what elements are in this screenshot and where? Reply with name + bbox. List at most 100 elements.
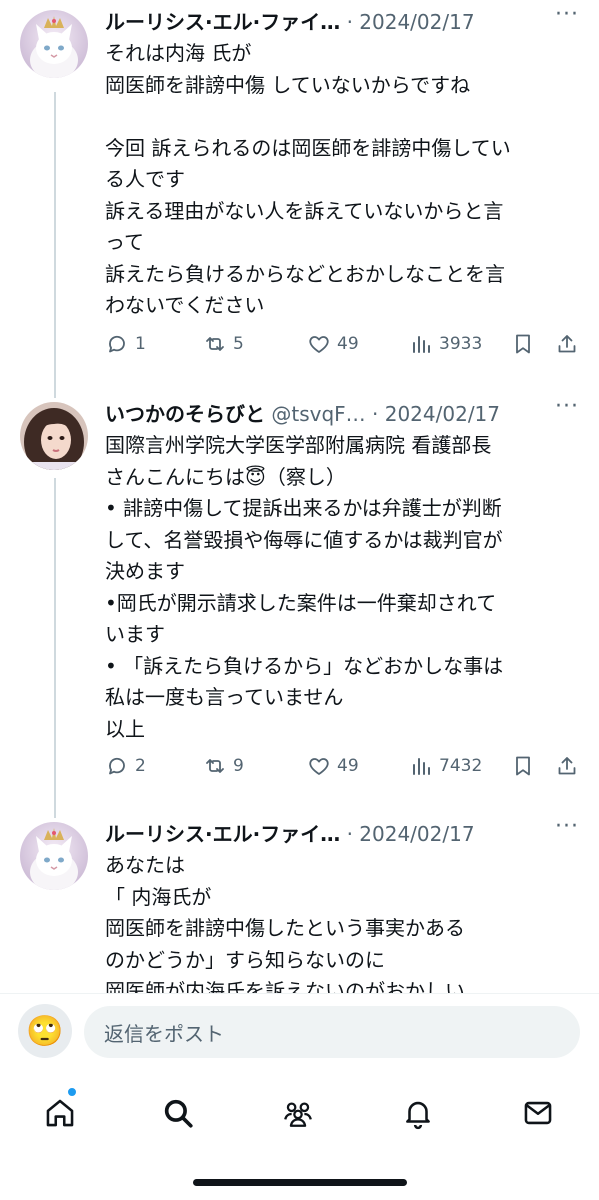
heart-icon [309,336,329,353]
display-name[interactable]: いつかのそらびと [105,402,265,426]
more-options-icon[interactable]: ··· [555,814,579,839]
tweet-line: る人です [105,167,185,191]
communities-icon [284,1102,312,1127]
tweet-line: 私は一度も言っていません [105,685,344,709]
avatar[interactable] [20,402,88,470]
tweet-line: して、名誉毀損や侮辱に値するかは裁判官が [105,527,503,552]
like-count: 49 [337,334,359,354]
reply-icon [109,757,125,775]
tweet-line: • 誹謗中傷して提訴出来るかは弁護士が判断 [105,496,502,520]
like-count: 49 [337,756,359,776]
share-icon [558,335,576,353]
timestamp[interactable]: 2024/02/17 [359,822,474,846]
more-options-icon[interactable]: ··· [555,394,579,419]
retweet-button[interactable]: 5 [203,332,244,356]
tweet-line: • 「訴えたら負けるから」などおかしな事は [105,653,504,678]
bookmark-icon [516,334,530,354]
bookmark-button[interactable] [511,332,535,360]
handle[interactable]: @tsvqF… [271,402,365,426]
separator: · [346,822,353,846]
search-icon [164,1099,193,1128]
reply-input[interactable]: 返信をポスト [84,1006,580,1058]
tweet-line: わないでください [105,293,265,317]
tweet-text: 国際言州学院大学医学部附属病院 看護部長 さんこんにちは😇（察し） • 誹謗中傷… [105,430,575,745]
notifications-icon [406,1101,430,1130]
home-icon [46,1099,74,1127]
tweet-line: 岡医師を誹謗中傷 していないからですね [105,72,471,97]
avatar[interactable] [20,10,88,78]
face-rolling-eyes-icon: 🙄 [26,1013,64,1049]
tweet-header: ルーリシス·エル·ファイ… · 2024/02/17 ··· [105,2,579,36]
tweet-line: さんこんにちは😇（察し） [105,464,346,489]
views-chart-icon [413,336,430,353]
tweet-line: います [105,622,165,646]
tab-messages[interactable] [521,1096,557,1132]
tweet-line: 決めます [105,559,185,583]
tweet-line: •岡氏が開示請求した案件は一件棄却されて [105,590,497,615]
home-indicator[interactable] [193,1179,407,1186]
tweet-line: 国際言州学院大学医学部附属病院 看護部長 [105,433,492,457]
tweet[interactable]: ルーリシス·エル·ファイ… · 2024/02/17 ··· あなたは 「 内海… [0,812,599,993]
notification-dot [67,1087,77,1097]
tweet[interactable]: ルーリシス·エル·ファイ… · 2024/02/17 ··· それは内海 氏が … [0,0,599,392]
timestamp[interactable]: 2024/02/17 [385,402,500,426]
tweet-text: あなたは 「 内海氏が 岡医師を誹謗中傷したという事実かある のかどうか」すら知… [105,850,575,993]
tweet-line: 訴えたら負けるからなどとおかしなことを言 [105,261,505,286]
heart-icon [309,758,329,775]
portrait-avatar-icon [20,402,88,470]
share-icon [558,757,576,775]
white-cat-crown-avatar-icon [20,822,88,890]
tab-home[interactable] [43,1096,79,1132]
more-options-icon[interactable]: ··· [555,2,579,27]
tweet-header: ルーリシス·エル·ファイ… · 2024/02/17 ··· [105,814,579,848]
tweet-line: のかどうか」すら知らないのに [105,947,385,972]
tweet-actions: 1 5 49 3933 [105,332,585,364]
tweet-line: あなたは [105,853,185,877]
timestamp[interactable]: 2024/02/17 [359,10,474,34]
reply-icon [109,335,125,353]
display-name[interactable]: ルーリシス·エル·ファイ… [105,10,340,34]
tweet-line: 今回 訴えられるのは岡医師を誹謗中傷してい [105,135,511,160]
tab-search[interactable] [161,1096,197,1132]
separator: · [346,10,353,34]
separator: · [372,402,379,426]
tab-communities[interactable] [281,1096,317,1132]
tab-notifications[interactable] [401,1096,437,1132]
white-cat-crown-avatar-icon [20,10,88,78]
tweet-line [105,101,575,133]
retweet-count: 5 [233,334,244,354]
bookmark-button[interactable] [511,754,535,782]
tweet-line: 岡医師を誹謗中傷したという事実かある [105,916,465,940]
reply-count: 2 [135,756,146,776]
retweet-count: 9 [233,756,244,776]
tweet-line: 岡医師が内海氏を訴えないのがおかしい [105,979,465,993]
bookmark-icon [516,756,530,776]
tweet-line: 訴える理由がない人を訴えていないからと言 [105,198,504,223]
reply-button[interactable]: 1 [105,332,146,356]
tweet-header: いつかのそらびと @tsvqF… · 2024/02/17 ··· [105,394,579,428]
tweet[interactable]: いつかのそらびと @tsvqF… · 2024/02/17 ··· 国際言州学院… [0,392,599,812]
view-count: 3933 [439,334,483,354]
messages-icon [524,1101,552,1125]
display-name[interactable]: ルーリシス·エル·ファイ… [105,822,340,846]
retweet-icon [206,759,224,773]
views-chart-icon [413,758,430,775]
tweet-text: それは内海 氏が 岡医師を誹謗中傷 していないからですね 今回 訴えられるのは岡… [105,38,575,322]
share-button[interactable] [555,754,579,782]
view-count: 7432 [439,756,483,776]
reply-button[interactable]: 2 [105,754,146,778]
retweet-button[interactable]: 9 [203,754,244,778]
tweet-line: それは内海 氏が [105,41,252,65]
reply-placeholder: 返信をポスト [104,1021,224,1046]
reply-count: 1 [135,334,146,354]
avatar[interactable]: 🙄 [18,1004,72,1058]
reply-composer: 🙄 返信をポスト [0,994,599,1066]
retweet-icon [206,337,224,351]
share-button[interactable] [555,332,579,360]
like-button[interactable]: 49 [307,754,359,778]
avatar[interactable] [20,822,88,890]
views-button[interactable]: 3933 [409,332,482,356]
like-button[interactable]: 49 [307,332,359,356]
tweet-line: 以上 [105,716,145,741]
views-button[interactable]: 7432 [409,754,482,778]
